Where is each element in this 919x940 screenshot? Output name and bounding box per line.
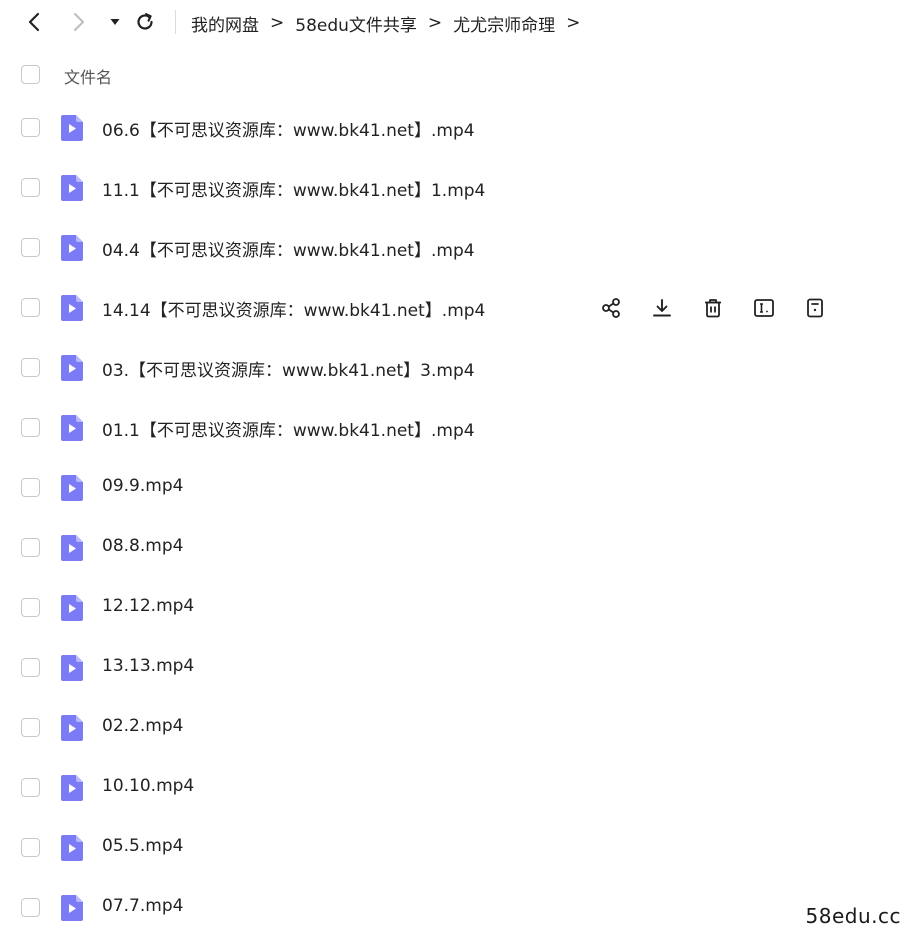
breadcrumb-separator: > — [427, 13, 443, 33]
rename-icon — [754, 299, 774, 317]
video-file-icon — [60, 294, 84, 322]
file-name[interactable]: 12.12.mp4 — [102, 596, 194, 616]
file-name[interactable]: 05.5.mp4 — [102, 836, 183, 856]
file-row-checkbox[interactable] — [21, 598, 40, 617]
file-row[interactable]: 03.【不可思议资源库：www.bk41.net】3.mp4 — [0, 344, 919, 392]
toolbar-divider — [175, 10, 176, 34]
file-name[interactable]: 07.7.mp4 — [102, 896, 183, 916]
details-button[interactable] — [802, 295, 828, 321]
forward-button[interactable] — [67, 10, 91, 34]
file-name[interactable]: 02.2.mp4 — [102, 716, 183, 736]
download-icon — [653, 299, 671, 317]
file-name[interactable]: 03.【不可思议资源库：www.bk41.net】3.mp4 — [102, 356, 475, 381]
file-row-checkbox[interactable] — [21, 238, 40, 257]
refresh-button[interactable] — [133, 10, 157, 34]
file-row[interactable]: 14.14【不可思议资源库：www.bk41.net】.mp4 — [0, 284, 919, 332]
file-row-checkbox[interactable] — [21, 718, 40, 737]
file-row-checkbox[interactable] — [21, 778, 40, 797]
file-row-checkbox[interactable] — [21, 838, 40, 857]
file-row[interactable]: 01.1【不可思议资源库：www.bk41.net】.mp4 — [0, 404, 919, 452]
file-browser: 我的网盘 > 58edu文件共享 > 尤尤宗师命理 > 文件名 06.6【不可思… — [0, 0, 919, 940]
file-row[interactable]: 04.4【不可思议资源库：www.bk41.net】.mp4 — [0, 224, 919, 272]
file-row[interactable]: 05.5.mp4 — [0, 824, 919, 872]
row-actions — [598, 294, 853, 322]
file-name[interactable]: 08.8.mp4 — [102, 536, 183, 556]
history-dropdown-button[interactable] — [103, 10, 127, 34]
breadcrumb-item-share[interactable]: 58edu文件共享 — [295, 11, 417, 36]
video-file-icon — [60, 174, 84, 202]
file-name[interactable]: 04.4【不可思议资源库：www.bk41.net】.mp4 — [102, 236, 475, 261]
file-name[interactable]: 13.13.mp4 — [102, 656, 194, 676]
share-button[interactable] — [598, 295, 624, 321]
caret-down-icon — [110, 19, 120, 25]
breadcrumb-item-root[interactable]: 我的网盘 — [191, 11, 259, 36]
rename-button[interactable] — [751, 295, 777, 321]
column-header-filename: 文件名 — [64, 68, 113, 87]
breadcrumb: 我的网盘 > 58edu文件共享 > 尤尤宗师命理 > — [191, 0, 591, 46]
file-row-checkbox[interactable] — [21, 298, 40, 317]
video-file-icon — [60, 354, 84, 382]
chevron-right-icon — [74, 13, 84, 31]
file-row-checkbox[interactable] — [21, 658, 40, 677]
video-file-icon — [60, 714, 84, 742]
file-row[interactable]: 13.13.mp4 — [0, 644, 919, 692]
breadcrumb-separator: > — [270, 13, 285, 33]
video-file-icon — [60, 234, 84, 262]
toolbar: 我的网盘 > 58edu文件共享 > 尤尤宗师命理 > — [0, 0, 919, 46]
select-all-checkbox[interactable] — [21, 65, 40, 84]
file-name[interactable]: 14.14【不可思议资源库：www.bk41.net】.mp4 — [102, 296, 485, 321]
refresh-icon — [137, 13, 153, 30]
watermark: 58edu.cc — [805, 904, 901, 928]
file-row-checkbox[interactable] — [21, 898, 40, 917]
video-file-icon — [60, 474, 84, 502]
file-row[interactable]: 07.7.mp4 — [0, 884, 919, 932]
breadcrumb-separator: > — [566, 13, 581, 33]
video-file-icon — [60, 534, 84, 562]
file-name[interactable]: 09.9.mp4 — [102, 476, 183, 496]
file-name[interactable]: 06.6【不可思议资源库：www.bk41.net】.mp4 — [102, 116, 475, 141]
file-row-checkbox[interactable] — [21, 358, 40, 377]
file-row-checkbox[interactable] — [21, 118, 40, 137]
video-file-icon — [60, 894, 84, 922]
file-row-checkbox[interactable] — [21, 418, 40, 437]
video-file-icon — [60, 774, 84, 802]
file-row[interactable]: 12.12.mp4 — [0, 584, 919, 632]
file-row-checkbox[interactable] — [21, 538, 40, 557]
file-row-checkbox[interactable] — [21, 178, 40, 197]
file-row[interactable]: 10.10.mp4 — [0, 764, 919, 812]
file-row[interactable]: 02.2.mp4 — [0, 704, 919, 752]
file-row[interactable]: 11.1【不可思议资源库：www.bk41.net】1.mp4 — [0, 164, 919, 212]
video-file-icon — [60, 654, 84, 682]
file-row-checkbox[interactable] — [21, 478, 40, 497]
file-row[interactable]: 09.9.mp4 — [0, 464, 919, 512]
delete-icon — [705, 299, 721, 318]
delete-button[interactable] — [700, 295, 726, 321]
file-name[interactable]: 10.10.mp4 — [102, 776, 194, 796]
video-file-icon — [60, 414, 84, 442]
chevron-left-icon — [28, 12, 40, 32]
breadcrumb-item-current[interactable]: 尤尤宗师命理 — [453, 11, 555, 36]
file-name[interactable]: 11.1【不可思议资源库：www.bk41.net】1.mp4 — [102, 176, 485, 201]
download-button[interactable] — [649, 295, 675, 321]
file-row[interactable]: 06.6【不可思议资源库：www.bk41.net】.mp4 — [0, 104, 919, 152]
video-file-icon — [60, 594, 84, 622]
details-icon — [807, 298, 823, 318]
list-header: 文件名 — [0, 55, 919, 95]
back-button[interactable] — [22, 10, 46, 34]
video-file-icon — [60, 114, 84, 142]
share-icon — [602, 298, 620, 318]
file-row[interactable]: 08.8.mp4 — [0, 524, 919, 572]
file-name[interactable]: 01.1【不可思议资源库：www.bk41.net】.mp4 — [102, 416, 475, 441]
video-file-icon — [60, 834, 84, 862]
